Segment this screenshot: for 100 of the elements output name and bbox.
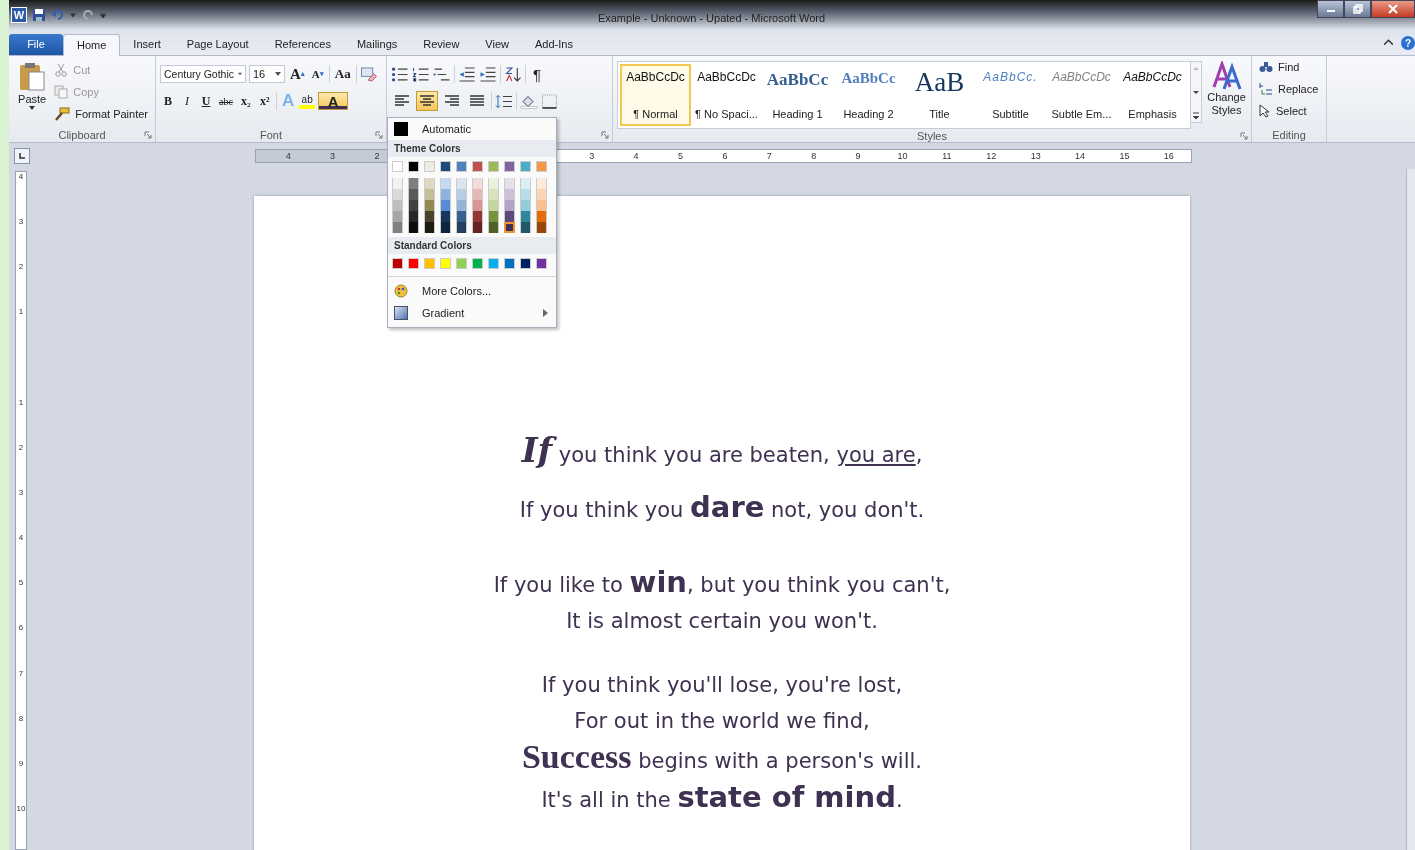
color-swatch[interactable] xyxy=(536,161,547,172)
find-button[interactable]: Find xyxy=(1256,58,1322,76)
color-swatch[interactable] xyxy=(472,189,483,200)
paste-button[interactable]: Paste xyxy=(13,59,52,127)
color-swatch[interactable] xyxy=(424,178,435,189)
color-swatch[interactable] xyxy=(440,222,451,233)
undo-icon[interactable] xyxy=(51,8,65,22)
ribbon-tab[interactable]: File xyxy=(9,34,63,55)
ribbon-tab[interactable]: Page Layout xyxy=(173,34,262,55)
grow-font-button[interactable]: A$^{▴}$ xyxy=(288,64,307,84)
color-swatch[interactable] xyxy=(472,178,483,189)
color-swatch[interactable] xyxy=(504,161,515,172)
multilevel-list-icon[interactable] xyxy=(433,66,451,82)
select-button[interactable]: Select xyxy=(1256,102,1322,120)
color-swatch[interactable] xyxy=(392,211,403,222)
color-swatch[interactable] xyxy=(488,178,499,189)
color-swatch[interactable] xyxy=(520,222,531,233)
dialog-launcher-icon[interactable] xyxy=(144,130,152,139)
dialog-launcher-icon[interactable] xyxy=(375,130,383,139)
color-swatch[interactable] xyxy=(392,200,403,211)
ribbon-tab[interactable]: References xyxy=(261,34,344,55)
color-swatch[interactable] xyxy=(456,222,467,233)
replace-button[interactable]: Replace xyxy=(1256,80,1322,98)
color-swatch[interactable] xyxy=(456,200,467,211)
ribbon-tab[interactable]: Home xyxy=(63,34,121,56)
minimize-button[interactable] xyxy=(1317,0,1344,18)
color-swatch[interactable] xyxy=(456,161,467,172)
gallery-scroll-buttons[interactable] xyxy=(1191,61,1202,123)
clear-formatting-icon[interactable] xyxy=(359,66,378,82)
color-swatch[interactable] xyxy=(536,222,547,233)
color-swatch[interactable] xyxy=(392,178,403,189)
customize-icon[interactable] xyxy=(100,12,106,18)
color-swatch[interactable] xyxy=(440,161,451,172)
style-item[interactable]: AaBbCcDc ¶ Normal xyxy=(620,64,691,126)
color-swatch[interactable] xyxy=(440,258,451,269)
color-swatch[interactable] xyxy=(504,200,515,211)
color-swatch[interactable] xyxy=(536,189,547,200)
dialog-launcher-icon[interactable] xyxy=(601,130,609,139)
show-formatting-button[interactable]: ¶ xyxy=(529,64,545,84)
color-swatch[interactable] xyxy=(488,258,499,269)
color-swatch[interactable] xyxy=(392,222,403,233)
sort-icon[interactable] xyxy=(504,66,522,82)
color-swatch[interactable] xyxy=(504,211,515,222)
borders-icon[interactable] xyxy=(541,93,559,109)
tab-selector[interactable] xyxy=(14,148,30,164)
color-swatch[interactable] xyxy=(424,161,435,172)
vertical-scrollbar[interactable] xyxy=(1406,169,1415,850)
dialog-launcher-icon[interactable] xyxy=(1240,131,1248,140)
color-swatch[interactable] xyxy=(504,222,515,233)
font-color-button[interactable]: A xyxy=(318,92,349,110)
caret-icon[interactable] xyxy=(70,12,76,18)
color-swatch[interactable] xyxy=(520,200,531,211)
color-swatch[interactable] xyxy=(456,178,467,189)
color-swatch[interactable] xyxy=(504,258,515,269)
color-swatch[interactable] xyxy=(472,211,483,222)
sub-button[interactable]: x₂ xyxy=(237,91,254,111)
color-swatch[interactable] xyxy=(424,189,435,200)
help-button[interactable]: ? xyxy=(1401,36,1415,50)
color-swatch[interactable] xyxy=(488,200,499,211)
bullets-icon[interactable] xyxy=(391,66,409,82)
color-swatch[interactable] xyxy=(392,161,403,172)
strike-button[interactable]: abc xyxy=(217,91,235,111)
color-swatch[interactable] xyxy=(408,189,419,200)
color-swatch[interactable] xyxy=(408,258,419,269)
line-spacing-icon[interactable] xyxy=(495,93,513,109)
style-item[interactable]: AaB Title xyxy=(904,64,975,126)
color-swatch[interactable] xyxy=(536,200,547,211)
style-item[interactable]: AaBbCc. Subtitle xyxy=(975,64,1046,126)
color-swatch[interactable] xyxy=(392,258,403,269)
increase-indent-icon[interactable] xyxy=(479,66,497,82)
color-swatch[interactable] xyxy=(472,200,483,211)
color-swatch[interactable] xyxy=(440,200,451,211)
sup-button[interactable]: x² xyxy=(256,91,273,111)
color-swatch[interactable] xyxy=(472,161,483,172)
color-swatch[interactable] xyxy=(520,211,531,222)
close-button[interactable] xyxy=(1371,0,1415,18)
color-swatch[interactable] xyxy=(456,189,467,200)
color-swatch[interactable] xyxy=(536,178,547,189)
font-name-field[interactable]: Century Gothic xyxy=(160,65,246,83)
color-swatch[interactable] xyxy=(536,211,547,222)
font-size-field[interactable]: 16 xyxy=(249,65,285,83)
color-swatch[interactable] xyxy=(424,258,435,269)
change-case-button[interactable]: Aa xyxy=(332,64,353,84)
ribbon-tab[interactable]: Review xyxy=(410,34,473,55)
underline-button[interactable]: U xyxy=(198,91,214,111)
restore-button[interactable] xyxy=(1344,0,1371,18)
color-swatch[interactable] xyxy=(488,211,499,222)
style-item[interactable]: AaBbCc Heading 2 xyxy=(833,64,904,126)
color-swatch[interactable] xyxy=(408,161,419,172)
color-swatch[interactable] xyxy=(536,258,547,269)
color-swatch[interactable] xyxy=(424,200,435,211)
style-item[interactable]: AaBbCcDc Emphasis xyxy=(1117,64,1188,126)
style-item[interactable]: AaBbCcDc ¶ No Spaci... xyxy=(691,64,762,126)
ribbon-tab[interactable]: View xyxy=(472,34,522,55)
align-center-button[interactable] xyxy=(416,91,438,111)
color-swatch[interactable] xyxy=(408,222,419,233)
color-swatch[interactable] xyxy=(440,189,451,200)
color-swatch[interactable] xyxy=(520,161,531,172)
bold-button[interactable]: B xyxy=(160,91,176,111)
automatic-color-item[interactable]: Automatic xyxy=(388,118,556,140)
